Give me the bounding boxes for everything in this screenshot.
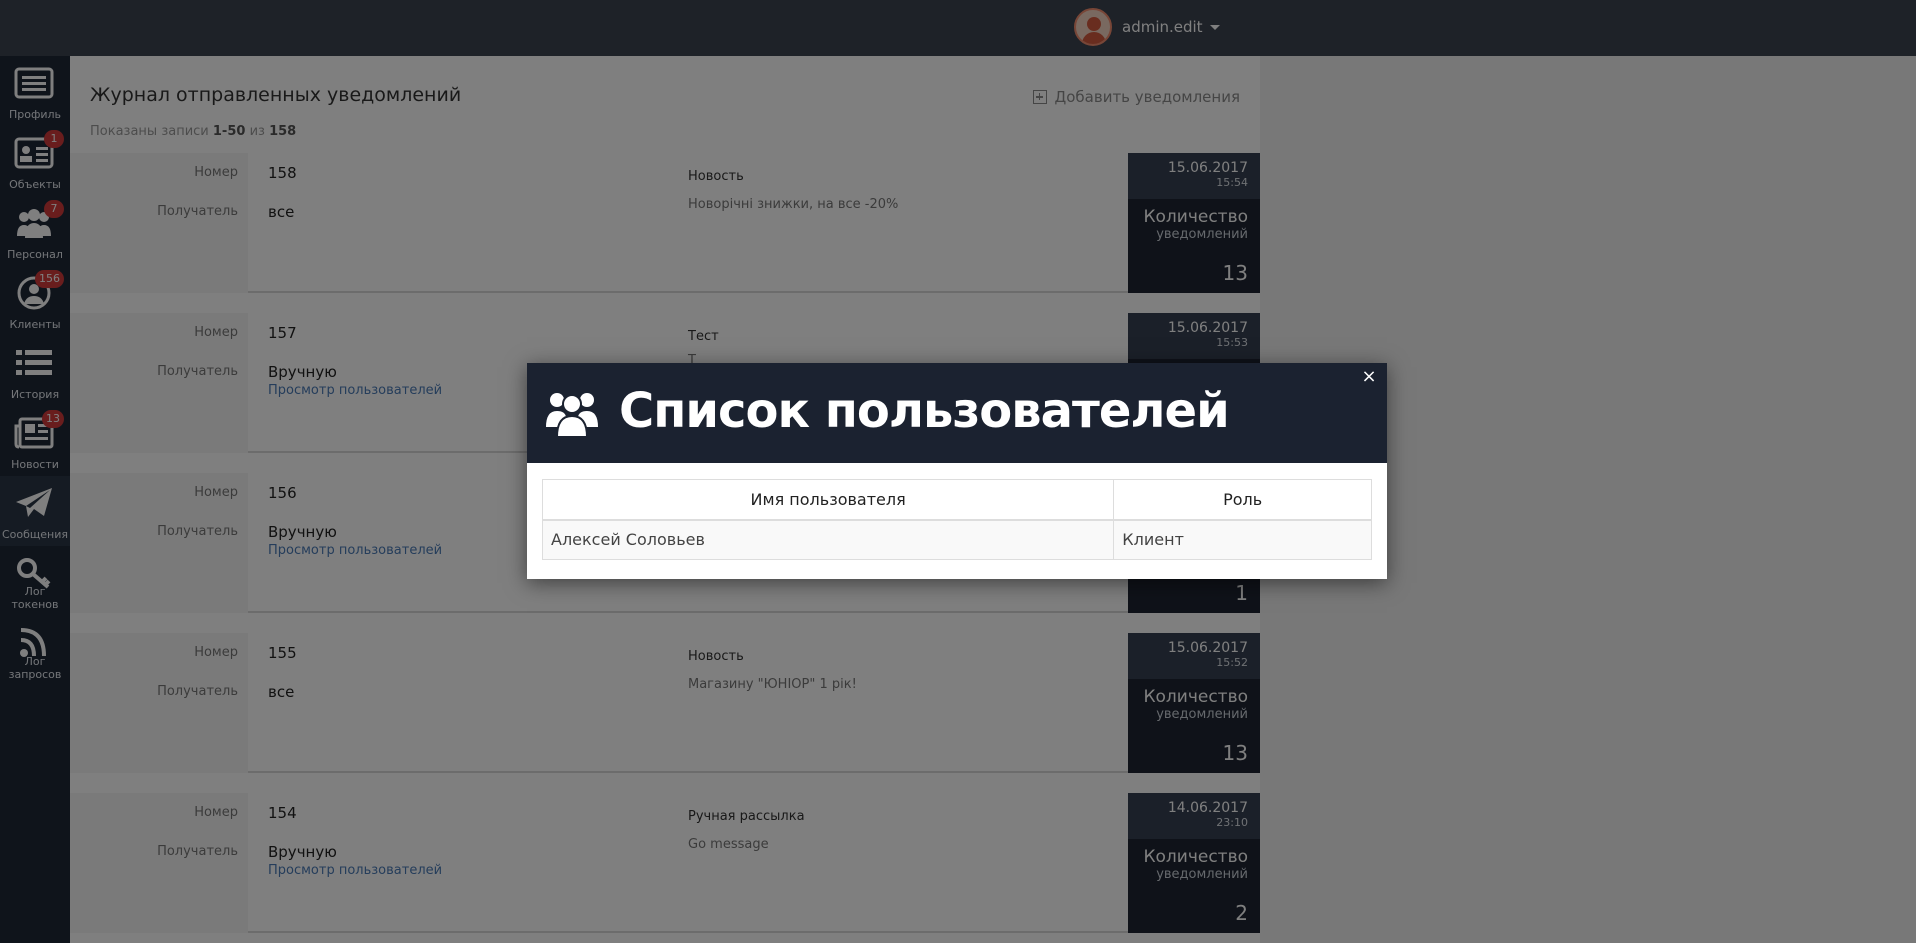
users-list-modal: Список пользователей × Имя пользователя … [527, 363, 1387, 579]
table-row: Алексей Соловьев Клиент [541, 519, 1372, 560]
modal-title: Список пользователей [619, 383, 1230, 439]
column-header-role[interactable]: Роль [1113, 479, 1372, 521]
users-icon [546, 393, 598, 438]
modal-body: Имя пользователя Роль Алексей Соловьев К… [541, 479, 1372, 560]
user-name-cell: Алексей Соловьев [541, 519, 1115, 560]
close-icon[interactable]: × [1361, 368, 1377, 386]
user-role-cell: Клиент [1113, 519, 1372, 560]
column-header-username[interactable]: Имя пользователя [541, 479, 1115, 521]
table-header-row: Имя пользователя Роль [541, 479, 1372, 521]
users-table: Имя пользователя Роль Алексей Соловьев К… [541, 479, 1372, 560]
modal-header: Список пользователей × [527, 363, 1387, 463]
